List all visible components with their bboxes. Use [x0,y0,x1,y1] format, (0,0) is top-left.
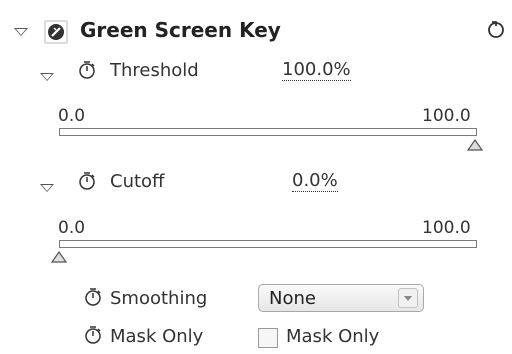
threshold-slider-handle-icon[interactable] [466,136,484,151]
mask-only-checkbox[interactable] [258,328,278,348]
effect-title: Green Screen Key [80,18,281,42]
cutoff-min-label: 0.0 [58,218,86,238]
threshold-stopwatch-icon[interactable] [78,60,96,80]
fx-badge-icon[interactable] [44,20,68,44]
cutoff-max-label: 100.0 [422,218,471,238]
dropdown-arrow-icon[interactable] [398,288,418,308]
cutoff-stopwatch-icon[interactable] [78,171,96,191]
threshold-min-label: 0.0 [58,106,86,126]
threshold-twirl-icon[interactable] [40,73,54,81]
smoothing-selected-value: None [269,288,316,309]
cutoff-twirl-icon[interactable] [40,184,54,192]
cutoff-label: Cutoff [110,171,165,192]
mask-only-label: Mask Only [110,326,204,347]
mask-only-checkbox-label[interactable]: Mask Only [286,326,379,347]
cutoff-slider-track[interactable] [59,240,477,248]
reset-icon[interactable] [486,18,506,40]
threshold-label: Threshold [110,60,199,81]
threshold-max-label: 100.0 [422,106,471,126]
smoothing-stopwatch-icon[interactable] [84,287,102,307]
mask-only-stopwatch-icon[interactable] [84,325,102,345]
threshold-slider-track[interactable] [59,128,477,136]
effect-twirl-icon[interactable] [14,28,28,36]
cutoff-slider-handle-icon[interactable] [50,248,68,263]
cutoff-value[interactable]: 0.0% [292,171,338,192]
smoothing-dropdown[interactable]: None [258,284,424,312]
smoothing-label: Smoothing [110,288,208,309]
threshold-value[interactable]: 100.0% [282,60,351,81]
